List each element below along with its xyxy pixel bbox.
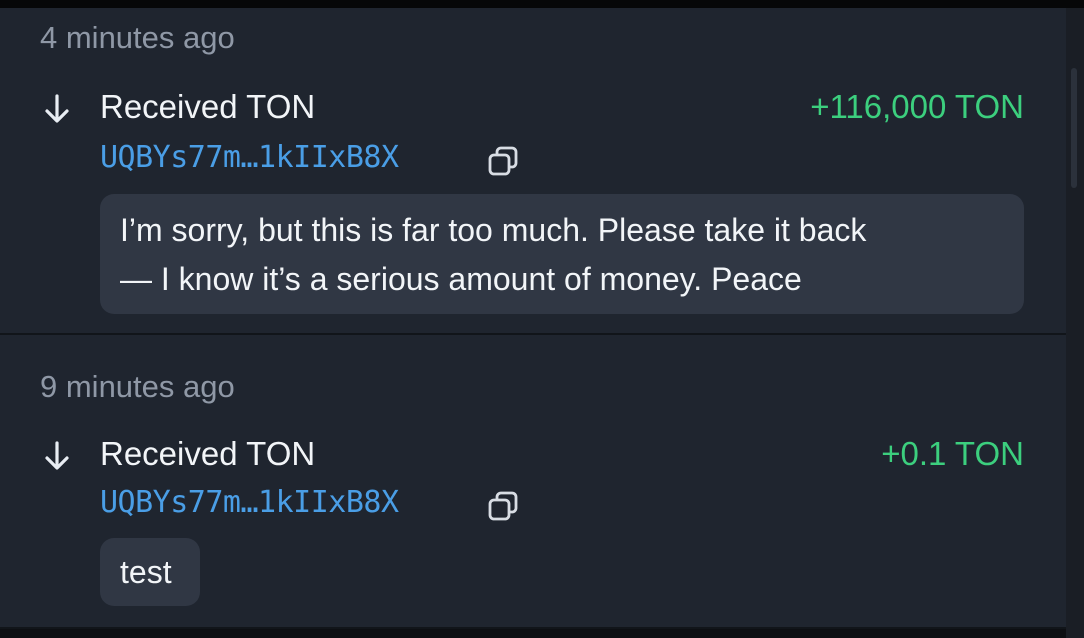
transaction-comment: test	[100, 538, 200, 606]
sender-address-link[interactable]: UQBYs77m…1kIIxB8X	[100, 485, 399, 520]
transaction-feed: 4 minutes ago Received TON +116,000 TON …	[0, 8, 1066, 638]
transaction-time: 4 minutes ago	[40, 20, 235, 55]
transaction-title: Received TON	[100, 88, 316, 125]
transaction-time: 9 minutes ago	[40, 369, 235, 404]
arrow-down-icon	[45, 441, 69, 470]
transaction-item[interactable]: 4 minutes ago Received TON +116,000 TON …	[0, 8, 1066, 335]
comment-line: I’m sorry, but this is far too much. Ple…	[120, 212, 867, 248]
comment-line: — I know it’s a serious amount of money.…	[120, 261, 802, 297]
sender-address-row[interactable]: UQBYs77m…1kIIxB8X	[100, 485, 540, 525]
top-edge	[0, 0, 1084, 8]
copy-icon[interactable]	[486, 489, 520, 523]
transaction-item[interactable]: 9 minutes ago Received TON +0.1 TON UQBY…	[0, 335, 1066, 629]
transaction-comment: I’m sorry, but this is far too much. Ple…	[100, 194, 1024, 314]
transaction-header: Received TON +0.1 TON	[40, 435, 1024, 475]
transaction-amount: +116,000 TON	[810, 88, 1024, 125]
scrollbar-thumb[interactable]	[1071, 68, 1077, 188]
arrow-down-icon	[45, 94, 69, 123]
copy-icon[interactable]	[486, 144, 520, 178]
transaction-header: Received TON +116,000 TON	[40, 88, 1024, 128]
sender-address-row[interactable]: UQBYs77m…1kIIxB8X	[100, 140, 540, 180]
scrollbar[interactable]	[1066, 8, 1084, 638]
sender-address-link[interactable]: UQBYs77m…1kIIxB8X	[100, 140, 399, 175]
transaction-amount: +0.1 TON	[881, 435, 1024, 472]
transaction-title: Received TON	[100, 435, 316, 472]
